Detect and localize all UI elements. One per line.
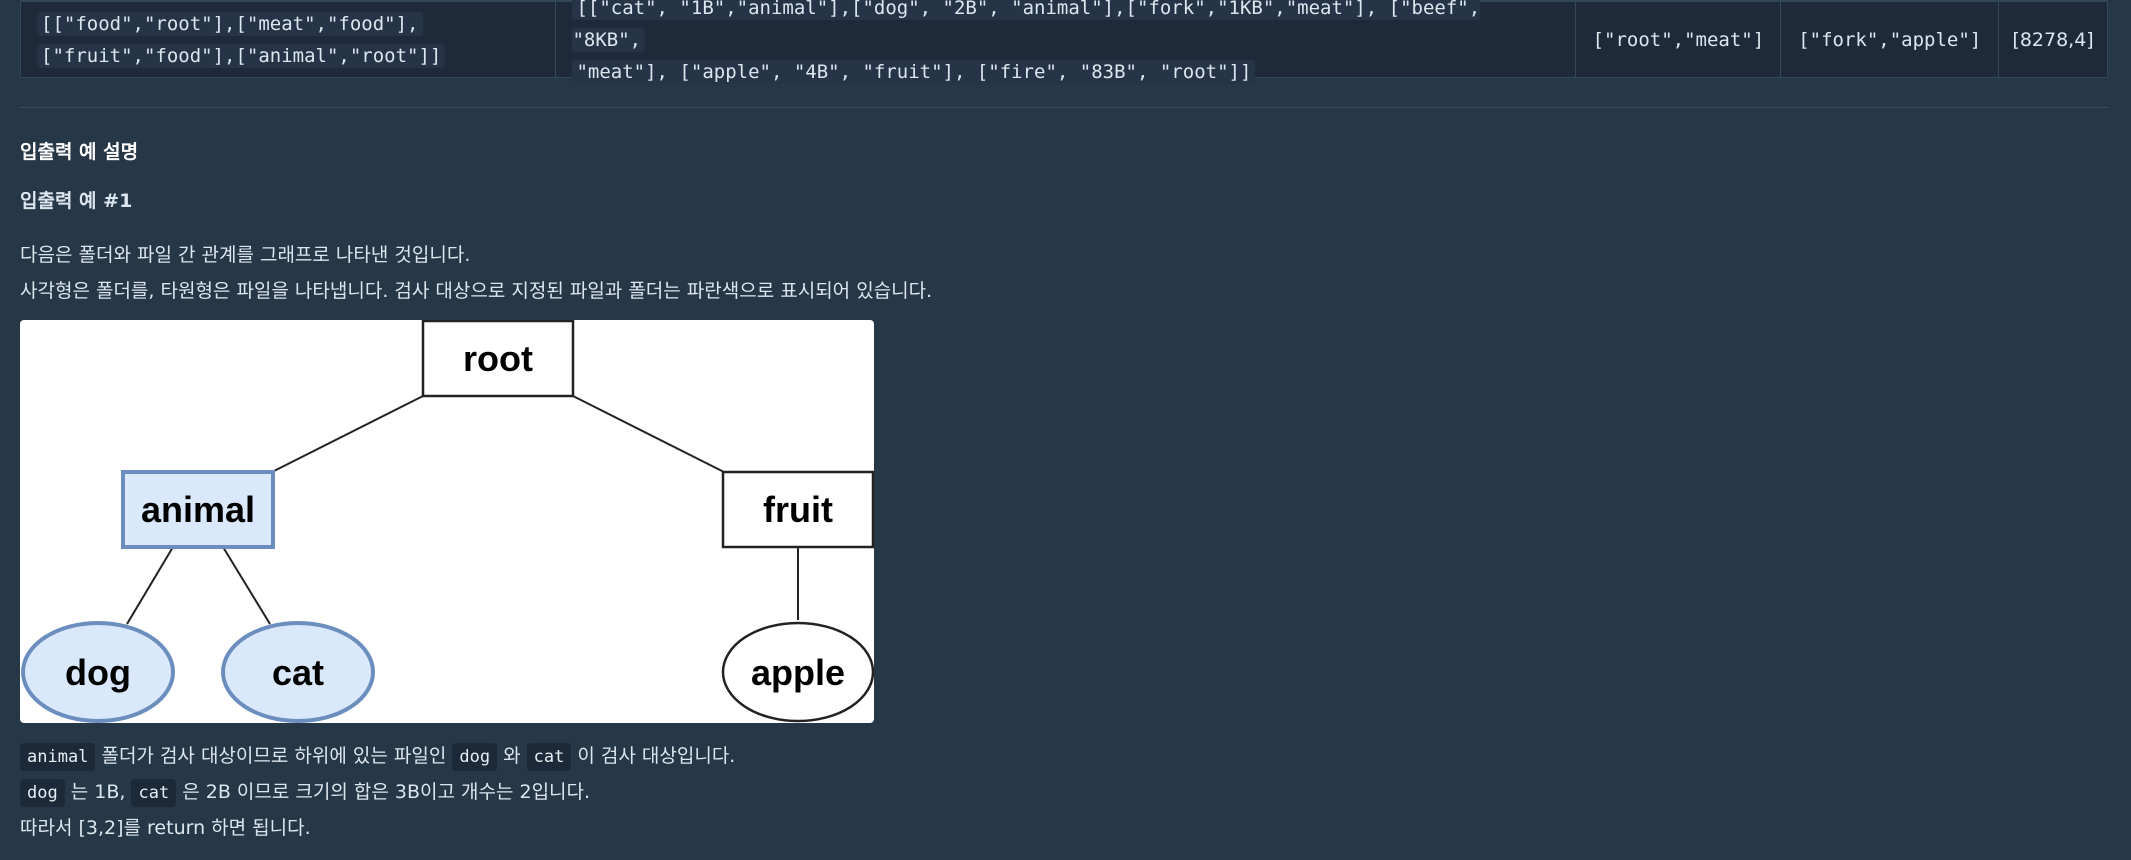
section-divider xyxy=(20,107,2108,108)
inline-code-cat: cat xyxy=(526,743,572,771)
folder-node-fruit: fruit xyxy=(721,470,874,549)
description-line-2: 사각형은 폴더를, 타원형은 파일을 나타냅니다. 검사 대상으로 지정된 파일… xyxy=(20,280,933,302)
target-files-cell: ["fork","apple"] xyxy=(1781,2,2000,77)
folder-label-root: root xyxy=(463,338,533,379)
explanation-text: 이 검사 대상입니다. xyxy=(571,745,736,767)
explanation-text: 와 xyxy=(497,745,527,767)
files-line-1: [["cat", "1B","animal"],["dog", "2B", "a… xyxy=(572,0,1481,52)
explanation-line-1: animal 폴더가 검사 대상이므로 하위에 있는 파일인 dog 와 cat… xyxy=(20,738,735,774)
edge-root-animal xyxy=(271,395,424,473)
folders-line-2: ["fruit","food"],["animal","root"]] xyxy=(37,43,446,68)
io-explanation-heading: 입출력 예 설명 xyxy=(20,141,139,163)
target-files-value: ["fork","apple"] xyxy=(1798,28,1982,51)
files-line-2: "meat"], ["apple", "4B", "fruit"], ["fir… xyxy=(572,59,1256,84)
folder-label-animal: animal xyxy=(141,489,255,530)
result-cell: [8278,4] xyxy=(1999,2,2107,77)
folders-line-1: [["food","root"],["meat","food"], xyxy=(37,11,423,36)
explanation-text: 는 1B, xyxy=(64,781,132,803)
folder-node-root: root xyxy=(421,320,575,398)
inline-code-cat: cat xyxy=(131,779,177,807)
result-value: [8278,4] xyxy=(2012,28,2094,51)
folder-tree-svg: root animal fruit dog cat apple xyxy=(21,320,874,723)
problem-description-page: [["food","root"],["meat","food"], ["frui… xyxy=(0,0,2131,860)
file-label-apple: apple xyxy=(751,652,845,693)
edge-root-fruit xyxy=(572,395,725,473)
explanation-block: animal 폴더가 검사 대상이므로 하위에 있는 파일인 dog 와 cat… xyxy=(20,738,735,846)
io-example-1-heading: 입출력 예 #1 xyxy=(20,190,133,212)
folders-cell: [["food","root"],["meat","food"], ["frui… xyxy=(21,2,557,77)
folder-tree-diagram: root animal fruit dog cat apple xyxy=(20,320,874,723)
explanation-line-2: dog 는 1B, cat 은 2B 이므로 크기의 합은 3B이고 개수는 2… xyxy=(20,774,735,810)
edge-animal-dog xyxy=(126,546,174,625)
file-node-cat: cat xyxy=(221,621,375,723)
description-line-1: 다음은 폴더와 파일 간 관계를 그래프로 나타낸 것입니다. xyxy=(20,244,471,266)
file-label-cat: cat xyxy=(272,652,324,693)
example-io-table-row: [["food","root"],["meat","food"], ["frui… xyxy=(20,0,2108,84)
explanation-text: 폴더가 검사 대상이므로 하위에 있는 파일인 xyxy=(95,745,453,767)
inline-code-dog: dog xyxy=(20,779,65,807)
files-cell: [["cat", "1B","animal"],["dog", "2B", "a… xyxy=(556,0,1577,84)
inline-code-animal: animal xyxy=(20,743,96,771)
description-block: 다음은 폴더와 파일 간 관계를 그래프로 나타낸 것입니다. 사각형은 폴더를… xyxy=(20,237,932,309)
explanation-line-3: 따라서 [3,2]를 return 하면 됩니다. xyxy=(20,817,311,839)
file-node-dog: dog xyxy=(21,621,175,723)
edge-animal-cat xyxy=(222,546,271,625)
target-folders-value: ["root","meat"] xyxy=(1592,28,1765,51)
folder-node-animal: animal xyxy=(121,470,275,549)
inline-code-dog: dog xyxy=(452,743,498,771)
explanation-text: 은 2B 이므로 크기의 합은 3B이고 개수는 2입니다. xyxy=(176,781,591,803)
target-folders-cell: ["root","meat"] xyxy=(1576,2,1782,77)
file-label-dog: dog xyxy=(65,652,131,693)
file-node-apple: apple xyxy=(721,621,874,723)
folder-label-fruit: fruit xyxy=(763,489,833,530)
